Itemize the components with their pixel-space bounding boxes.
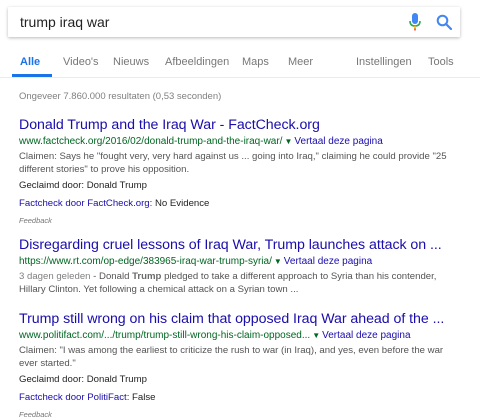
tab-maps[interactable]: Maps xyxy=(242,56,269,68)
tab-nieuws[interactable]: Nieuws xyxy=(113,56,149,68)
result-url: https://www.rt.com/op-edge/383965-iraq-w… xyxy=(19,256,272,267)
factcheck-source-link[interactable]: Factcheck door FactCheck.org xyxy=(19,198,150,209)
translate-link[interactable]: Vertaal deze pagina xyxy=(284,256,372,267)
result-snippet: 3 dagen geleden - Donald Trump pledged t… xyxy=(19,271,455,296)
dropdown-arrow-icon[interactable]: ▼ xyxy=(284,137,292,146)
result-snippet: Claimen: Says he "fought very, very hard… xyxy=(19,151,455,176)
snippet-line: different stories" to prove his oppositi… xyxy=(19,163,190,175)
result-title-link[interactable]: Donald Trump and the Iraq War - FactChec… xyxy=(19,117,459,134)
snippet-highlight: Trump xyxy=(132,271,162,282)
result-date: 3 dagen geleden xyxy=(19,271,91,282)
snippet-text: - Donald xyxy=(90,271,133,282)
result-url-line: www.politifact.com/.../trump/trump-still… xyxy=(19,329,459,343)
translate-link[interactable]: Vertaal deze pagina xyxy=(322,330,410,341)
result-url: www.factcheck.org/2016/02/donald-trump-a… xyxy=(19,136,283,147)
dropdown-arrow-icon[interactable]: ▼ xyxy=(312,331,320,340)
snippet-line: ever started." xyxy=(19,357,76,369)
search-icon[interactable] xyxy=(436,14,452,30)
claimed-by: Geclaimd door: Donald Trump xyxy=(19,180,147,191)
factcheck-verdict: : False xyxy=(126,392,156,403)
translate-link[interactable]: Vertaal deze pagina xyxy=(294,136,382,147)
search-tabs: Alle Video's Nieuws Afbeeldingen Maps Me… xyxy=(0,52,480,78)
tab-tools[interactable]: Tools xyxy=(428,56,454,68)
result-url-line: https://www.rt.com/op-edge/383965-iraq-w… xyxy=(19,255,459,269)
tab-videos[interactable]: Video's xyxy=(63,56,99,68)
result-title-link[interactable]: Disregarding cruel lessons of Iraq War, … xyxy=(19,237,459,254)
result-url-line: www.factcheck.org/2016/02/donald-trump-a… xyxy=(19,135,459,149)
feedback-link[interactable]: Feedback xyxy=(19,216,459,225)
result-title-link[interactable]: Trump still wrong on his claim that oppo… xyxy=(19,311,459,328)
microphone-icon[interactable] xyxy=(408,13,422,31)
factcheck-source-link[interactable]: Factcheck door PolitiFact xyxy=(19,392,127,403)
snippet-line: Hillary Clinton. Yet following a chemica… xyxy=(19,283,299,295)
search-result: Disregarding cruel lessons of Iraq War, … xyxy=(19,237,459,296)
tab-afbeeldingen[interactable]: Afbeeldingen xyxy=(165,56,229,68)
factcheck-line: Factcheck door FactCheck.org: No Evidenc… xyxy=(19,198,459,210)
result-snippet: Claimen: "I was among the earliest to cr… xyxy=(19,345,455,370)
search-result: Trump still wrong on his claim that oppo… xyxy=(19,311,459,419)
tab-meer[interactable]: Meer xyxy=(288,56,313,68)
feedback-link[interactable]: Feedback xyxy=(19,410,459,419)
result-stats: Ongeveer 7.860.000 resultaten (0,53 seco… xyxy=(19,91,222,102)
tab-instellingen[interactable]: Instellingen xyxy=(356,56,412,68)
search-box[interactable]: trump iraq war xyxy=(8,7,460,37)
factcheck-verdict: : No Evidence xyxy=(149,198,210,209)
snippet-line: Claimen: Says he "fought very, very hard… xyxy=(19,151,447,162)
result-url: www.politifact.com/.../trump/trump-still… xyxy=(19,330,311,341)
snippet-line: 3 dagen geleden - Donald Trump pledged t… xyxy=(19,271,455,284)
search-result: Donald Trump and the Iraq War - FactChec… xyxy=(19,117,459,225)
search-input[interactable]: trump iraq war xyxy=(20,14,109,30)
snippet-line: Claimen: "I was among the earliest to cr… xyxy=(19,345,444,356)
snippet-text: pledged to take a different approach to … xyxy=(161,271,437,282)
tab-alle[interactable]: Alle xyxy=(20,56,40,68)
factcheck-line: Factcheck door PolitiFact: False xyxy=(19,392,459,404)
dropdown-arrow-icon[interactable]: ▼ xyxy=(274,257,282,266)
active-tab-indicator xyxy=(12,74,52,77)
claimed-by: Geclaimd door: Donald Trump xyxy=(19,374,147,385)
